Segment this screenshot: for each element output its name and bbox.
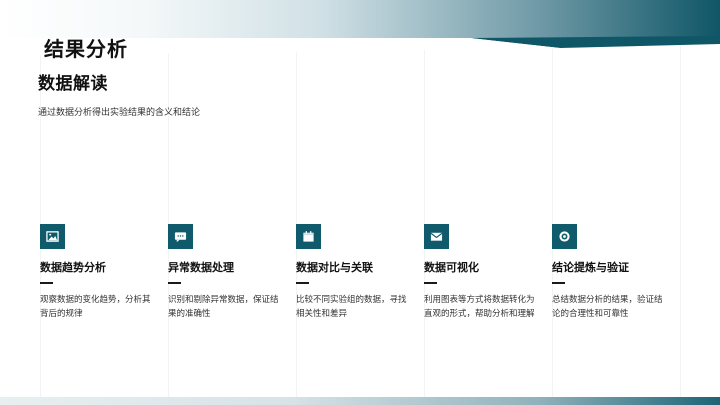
message-icon: [168, 224, 193, 249]
card-data-visualization: 数据可视化 利用图表等方式将数据转化为直观的形式，帮助分析和理解: [424, 224, 544, 321]
card-description: 总结数据分析的结果，验证结论的合理性和可靠性: [552, 295, 663, 319]
card-data-comparison: 数据对比与关联 比较不同实验组的数据，寻找相关性和差异: [296, 224, 416, 321]
grid-line: [168, 0, 169, 405]
slide: 结果分析 数据解读 通过数据分析得出实验结果的含义和结论 数据趋势分析 观察数据…: [0, 0, 720, 405]
card-conclusion: 结论提炼与验证 总结数据分析的结果，验证结论的合理性和可靠性: [552, 224, 672, 321]
section-subtitle: 数据解读: [38, 74, 108, 94]
grid-line: [680, 0, 681, 405]
envelope-icon: [424, 224, 449, 249]
calendar-icon: [296, 224, 321, 249]
card-divider: [40, 282, 53, 284]
card-description: 观察数据的变化趋势，分析其背后的规律: [40, 295, 151, 319]
card-divider: [168, 282, 181, 284]
card-divider: [424, 282, 437, 284]
card-description: 比较不同实验组的数据，寻找相关性和差异: [296, 295, 407, 319]
card-data-trend: 数据趋势分析 观察数据的变化趋势，分析其背后的规律: [40, 224, 160, 321]
card-description: 利用图表等方式将数据转化为直观的形式，帮助分析和理解: [424, 295, 535, 319]
grid-line: [552, 0, 553, 405]
card-title: 结论提炼与验证: [552, 261, 629, 274]
page-title: 结果分析: [44, 37, 128, 61]
card-divider: [552, 282, 565, 284]
card-title: 数据趋势分析: [40, 261, 106, 274]
grid-line: [424, 0, 425, 405]
image-icon: [40, 224, 65, 249]
card-description: 识别和剔除异常数据，保证结果的准确性: [168, 295, 279, 319]
card-title: 数据对比与关联: [296, 261, 373, 274]
target-icon: [552, 224, 577, 249]
section-description: 通过数据分析得出实验结果的含义和结论: [38, 108, 201, 118]
grid-line: [296, 0, 297, 405]
card-divider: [296, 282, 309, 284]
card-title: 异常数据处理: [168, 261, 234, 274]
card-anomaly-handling: 异常数据处理 识别和剔除异常数据，保证结果的准确性: [168, 224, 288, 321]
card-title: 数据可视化: [424, 261, 479, 274]
grid-line: [40, 0, 41, 405]
bottom-decorative-band: [0, 397, 720, 405]
